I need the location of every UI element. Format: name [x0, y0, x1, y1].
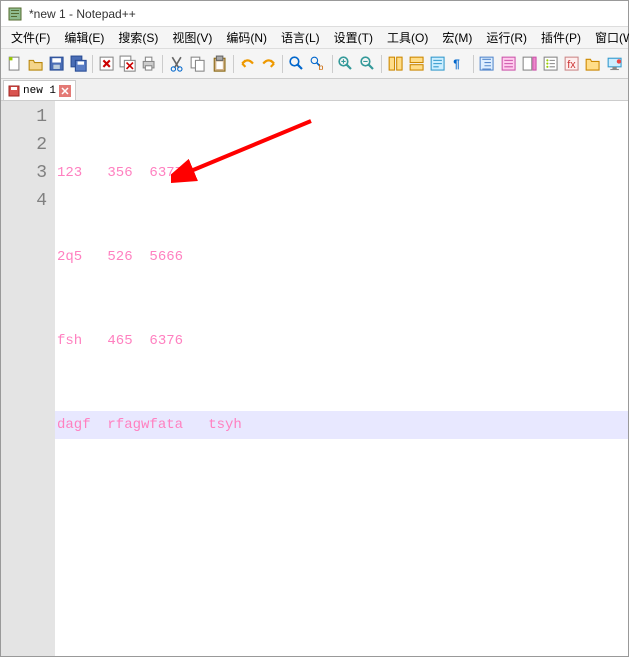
- toolbar-separator: [282, 55, 283, 73]
- menu-tools[interactable]: 工具(O): [381, 27, 434, 48]
- tabbar: new 1: [1, 79, 628, 101]
- tab-label: new 1: [23, 85, 56, 97]
- menu-window[interactable]: 窗口(W): [589, 27, 629, 48]
- line-number: 1: [1, 103, 47, 131]
- folder-workspace-icon[interactable]: [583, 53, 602, 75]
- doc-list-icon[interactable]: [541, 53, 560, 75]
- wrap-icon[interactable]: [428, 53, 447, 75]
- line-gutter: 1 2 3 4: [1, 101, 55, 656]
- toolbar-separator: [233, 55, 234, 73]
- code-line-active[interactable]: dagf rfagwfata tsyh: [55, 411, 628, 439]
- menu-run[interactable]: 运行(R): [480, 27, 533, 48]
- indent-guide-icon[interactable]: [477, 53, 496, 75]
- new-file-icon[interactable]: [5, 53, 24, 75]
- close-icon[interactable]: [97, 53, 116, 75]
- tab-new-1[interactable]: new 1: [3, 80, 76, 100]
- save-icon[interactable]: [47, 53, 66, 75]
- menu-settings[interactable]: 设置(T): [328, 27, 379, 48]
- app-icon: [7, 6, 23, 22]
- menu-edit[interactable]: 编辑(E): [58, 27, 110, 48]
- print-icon[interactable]: [139, 53, 158, 75]
- code-area[interactable]: 123 356 6377 2q5 526 5666 fsh 465 6376 d…: [55, 101, 628, 656]
- menu-view[interactable]: 视图(V): [166, 27, 218, 48]
- menu-language[interactable]: 语言(L): [275, 27, 326, 48]
- line-number: 2: [1, 131, 47, 159]
- find-icon[interactable]: [287, 53, 306, 75]
- invisible-chars-icon[interactable]: ¶: [449, 53, 468, 75]
- copy-icon[interactable]: [188, 53, 207, 75]
- toolbar-separator: [92, 55, 93, 73]
- line-number: 3: [1, 159, 47, 187]
- close-all-icon[interactable]: [118, 53, 137, 75]
- toolbar: b ¶ fx: [1, 49, 628, 79]
- toolbar-separator: [332, 55, 333, 73]
- code-line[interactable]: 123 356 6377: [55, 159, 628, 187]
- zoom-out-icon[interactable]: [358, 53, 377, 75]
- sync-v-icon[interactable]: [386, 53, 405, 75]
- save-all-icon[interactable]: [69, 53, 88, 75]
- undo-icon[interactable]: [238, 53, 257, 75]
- open-file-icon[interactable]: [26, 53, 45, 75]
- unsaved-icon: [8, 85, 20, 97]
- tab-close-icon[interactable]: [59, 85, 71, 97]
- menu-file[interactable]: 文件(F): [5, 27, 56, 48]
- menubar: 文件(F) 编辑(E) 搜索(S) 视图(V) 编码(N) 语言(L) 设置(T…: [1, 27, 628, 49]
- replace-icon[interactable]: b: [308, 53, 327, 75]
- toolbar-separator: [473, 55, 474, 73]
- paste-icon[interactable]: [210, 53, 229, 75]
- code-line[interactable]: 2q5 526 5666: [55, 243, 628, 271]
- toolbar-separator: [381, 55, 382, 73]
- zoom-in-icon[interactable]: [336, 53, 355, 75]
- code-line[interactable]: fsh 465 6376: [55, 327, 628, 355]
- menu-macro[interactable]: 宏(M): [436, 27, 478, 48]
- sync-h-icon[interactable]: [407, 53, 426, 75]
- menu-plugins[interactable]: 插件(P): [535, 27, 587, 48]
- redo-icon[interactable]: [259, 53, 278, 75]
- window-title: *new 1 - Notepad++: [29, 7, 136, 21]
- menu-search[interactable]: 搜索(S): [112, 27, 164, 48]
- menu-encoding[interactable]: 编码(N): [220, 27, 273, 48]
- udl-icon[interactable]: [499, 53, 518, 75]
- titlebar: *new 1 - Notepad++: [1, 1, 628, 27]
- line-number: 4: [1, 187, 47, 215]
- svg-text:b: b: [319, 62, 324, 72]
- func-list-icon[interactable]: fx: [562, 53, 581, 75]
- svg-text:¶: ¶: [454, 57, 461, 71]
- editor[interactable]: 1 2 3 4 123 356 6377 2q5 526 5666 fsh 46…: [1, 101, 628, 656]
- cut-icon[interactable]: [167, 53, 186, 75]
- svg-text:fx: fx: [568, 59, 577, 71]
- doc-map-icon[interactable]: [520, 53, 539, 75]
- toolbar-separator: [162, 55, 163, 73]
- monitor-icon[interactable]: [605, 53, 624, 75]
